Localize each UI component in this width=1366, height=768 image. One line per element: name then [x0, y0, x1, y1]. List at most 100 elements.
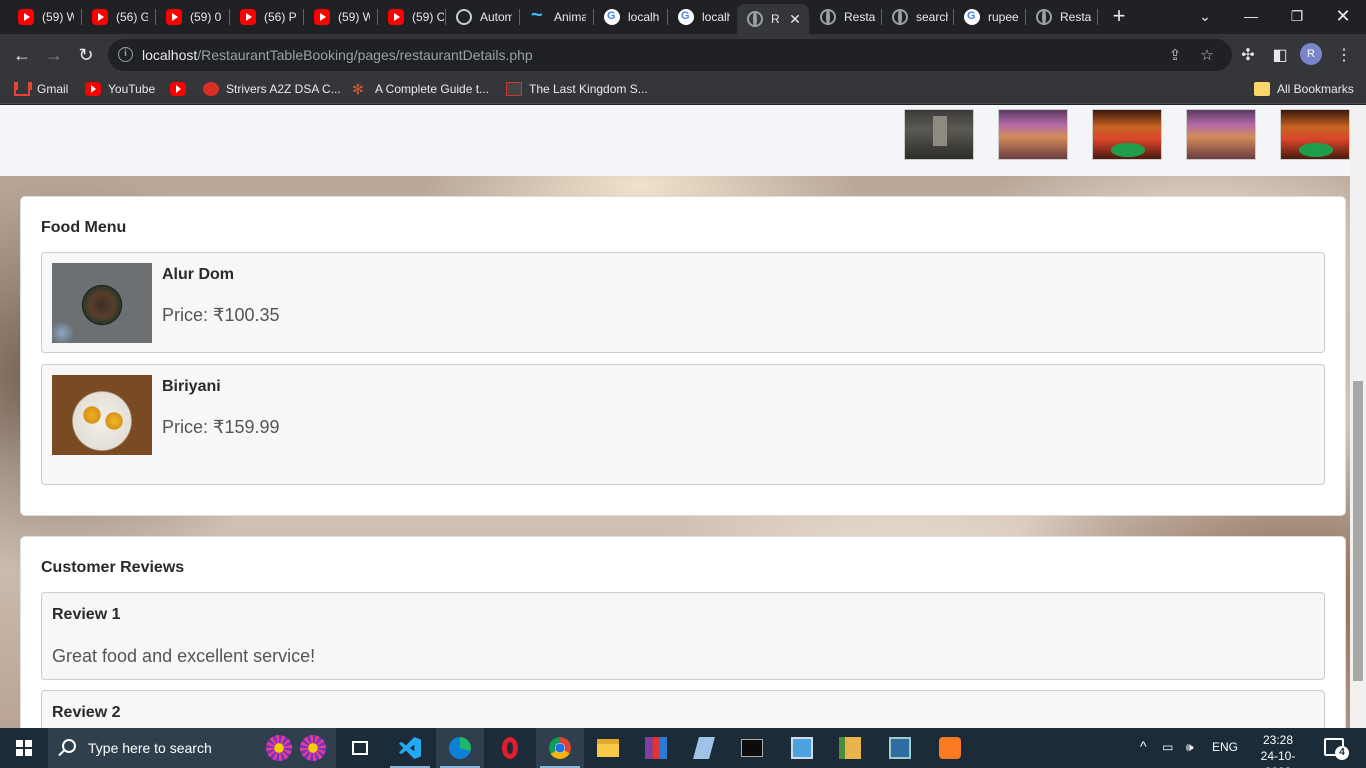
youtube-icon — [314, 9, 330, 25]
xampp-icon — [939, 737, 961, 759]
food-image — [52, 263, 152, 343]
tab-2[interactable]: (59) 0: — [156, 4, 228, 30]
taskbar-chrome[interactable] — [536, 728, 584, 768]
side-panel-icon[interactable]: ◧ — [1270, 45, 1290, 65]
rangoli-icon — [266, 735, 292, 761]
taskbar-xampp[interactable] — [926, 728, 974, 768]
tab-12[interactable]: search — [882, 4, 954, 30]
close-tab-icon[interactable]: ✕ — [787, 11, 803, 28]
taskbar-edge[interactable] — [436, 728, 484, 768]
tab-strip: (59) W (56) G (59) 0: (56) P (59) W (59)… — [0, 0, 1366, 34]
tab-4[interactable]: (59) W — [304, 4, 376, 30]
extensions-icon[interactable]: ✣ — [1238, 45, 1258, 65]
network-icon[interactable]: ▭ — [1162, 740, 1173, 754]
bookmark-star-icon[interactable]: ☆ — [1198, 46, 1216, 64]
bookmark-youtube[interactable]: YouTube — [85, 82, 155, 96]
google-icon — [964, 9, 980, 25]
tab-active[interactable]: R ✕ — [737, 4, 809, 34]
reload-button[interactable]: ↻ — [72, 41, 100, 69]
review-text: Great food and excellent service! — [52, 646, 316, 666]
taskbar-terminal[interactable] — [728, 728, 776, 768]
tuf-icon — [203, 82, 219, 96]
clock[interactable]: 23:28 24-10-2023 — [1248, 732, 1308, 768]
bookmark-gmail[interactable]: Gmail — [14, 82, 68, 96]
tab-8[interactable]: localh — [594, 4, 666, 30]
tab-11[interactable]: Restau — [810, 4, 882, 30]
tab-0[interactable]: (59) W — [8, 4, 80, 30]
youtube-icon — [170, 82, 186, 96]
food-menu-card: Food Menu Alur Dom Price: ₹100.35 Biriya… — [20, 196, 1346, 516]
gallery-thumbnail[interactable] — [1186, 109, 1256, 160]
tab-9[interactable]: localh — [668, 4, 736, 30]
database-icon — [889, 737, 911, 759]
volume-icon[interactable]: 🕪 — [1186, 740, 1194, 755]
share-icon[interactable]: ⇪ — [1166, 46, 1184, 64]
chatgpt-icon — [456, 9, 472, 25]
tab-5[interactable]: (59) C — [378, 4, 450, 30]
forward-button[interactable]: → — [40, 41, 68, 69]
tab-6[interactable]: Autom — [446, 4, 518, 30]
bookmark-youtube-2[interactable] — [170, 82, 193, 96]
profile-avatar[interactable]: R — [1300, 43, 1322, 65]
bookmark-strivers[interactable]: Strivers A2Z DSA C... — [203, 82, 341, 96]
tab-3[interactable]: (56) P — [230, 4, 302, 30]
taskbar-vscode[interactable] — [386, 728, 434, 768]
taskbar-opera[interactable] — [486, 728, 534, 768]
control-panel-icon — [791, 737, 813, 759]
start-button[interactable] — [0, 728, 48, 768]
taskbar-winrar[interactable] — [632, 728, 680, 768]
winrar-icon — [645, 737, 667, 759]
menu-icon[interactable]: ⋮ — [1334, 45, 1354, 65]
page-viewport: Food Menu Alur Dom Price: ₹100.35 Biriya… — [0, 105, 1366, 728]
youtube-icon — [388, 9, 404, 25]
back-button[interactable]: ← — [8, 41, 36, 69]
all-bookmarks[interactable]: All Bookmarks — [1254, 82, 1354, 96]
task-view-icon — [352, 741, 368, 755]
tab-search-chevron-icon[interactable]: ⌄ — [1182, 0, 1228, 34]
gallery-thumbnail[interactable] — [998, 109, 1068, 160]
food-menu-heading: Food Menu — [41, 219, 127, 236]
globe-icon — [1036, 9, 1052, 25]
bookmark-complete-guide[interactable]: ✻ A Complete Guide t... — [352, 82, 489, 96]
gallery-thumbnail[interactable] — [904, 109, 974, 160]
reviews-card: Customer Reviews Review 1 Great food and… — [20, 536, 1346, 728]
url-text[interactable]: localhost/RestaurantTableBooking/pages/r… — [142, 47, 533, 63]
taskbar-app-blue[interactable] — [680, 728, 728, 768]
tab-1[interactable]: (56) G — [82, 4, 154, 30]
minimize-button[interactable]: — — [1228, 0, 1274, 34]
edge-icon — [449, 737, 471, 759]
tab-14[interactable]: Restau — [1026, 4, 1098, 30]
notification-icon[interactable]: 4 — [1324, 738, 1349, 760]
google-icon — [604, 9, 620, 25]
youtube-icon — [166, 9, 182, 25]
taskbar-search[interactable]: Type here to search — [48, 728, 336, 768]
gallery-thumbnail[interactable] — [1280, 109, 1350, 160]
taskbar-app-mysql[interactable] — [876, 728, 924, 768]
language-indicator[interactable]: ENG — [1212, 740, 1238, 754]
address-bar[interactable]: i localhost/RestaurantTableBooking/pages… — [108, 39, 1232, 71]
star-icon: ✻ — [352, 81, 364, 97]
google-icon — [678, 9, 694, 25]
menu-item: Alur Dom Price: ₹100.35 — [41, 252, 1325, 353]
vscode-icon — [399, 737, 421, 759]
notification-count: 4 — [1335, 746, 1349, 760]
tab-7[interactable]: Anima — [520, 4, 592, 30]
gallery-thumbnail[interactable] — [1092, 109, 1162, 160]
bookmark-last-kingdom[interactable]: The Last Kingdom S... — [506, 82, 648, 96]
review-item: Review 1 Great food and excellent servic… — [41, 592, 1325, 680]
task-view-button[interactable] — [336, 728, 384, 768]
taskbar-app-green[interactable] — [826, 728, 874, 768]
rangoli-icon — [300, 735, 326, 761]
tab-13[interactable]: rupee — [954, 4, 1026, 30]
show-hidden-icons-chevron-icon[interactable]: ^ — [1140, 738, 1147, 754]
close-window-button[interactable]: ✕ — [1320, 0, 1366, 34]
taskbar-file-explorer[interactable] — [584, 728, 632, 768]
restore-button[interactable]: ❐ — [1274, 0, 1320, 34]
page-scrollbar[interactable] — [1350, 105, 1366, 728]
menu-item-name: Alur Dom — [162, 266, 234, 283]
site-info-icon[interactable]: i — [118, 47, 133, 62]
new-tab-button[interactable]: + — [1108, 4, 1130, 30]
review-item: Review 2 — [41, 690, 1325, 728]
scrollbar-thumb[interactable] — [1353, 381, 1363, 681]
taskbar-control-panel[interactable] — [778, 728, 826, 768]
